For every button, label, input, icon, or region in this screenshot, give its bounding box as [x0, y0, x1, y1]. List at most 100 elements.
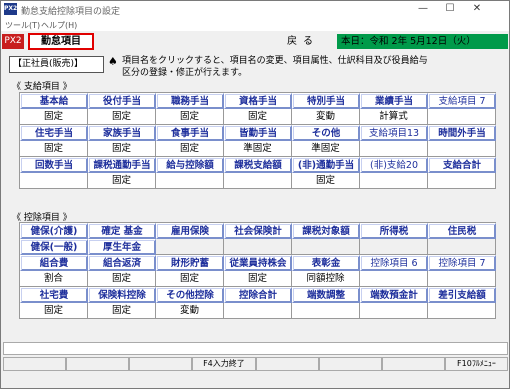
deduction-attribute-cell	[428, 239, 496, 255]
close-icon[interactable]: ✕	[464, 1, 490, 18]
payment-item-button[interactable]: 課税通勤手当	[88, 157, 156, 173]
payment-row: 回数手当 課税通勤手当 給与控除額 課税支給額 (非)通勤手当 (非)支給20 支給合計	[20, 157, 496, 173]
payment-attribute-cell	[428, 173, 496, 189]
deduction-item-button[interactable]: 端数調整	[292, 287, 360, 303]
payment-item-button[interactable]: 職務手当	[156, 93, 224, 109]
payment-item-button[interactable]: (非)支給20	[360, 157, 428, 173]
payment-item-button[interactable]: 基本給	[20, 93, 88, 109]
payment-item-button[interactable]: 回数手当	[20, 157, 88, 173]
deduction-attribute-cell: 割合	[20, 271, 88, 287]
today-date: 本日：令和 2年 5月12日（火）	[337, 34, 508, 49]
maximize-icon[interactable]: ☐	[437, 1, 463, 18]
payment-attribute-cell	[156, 173, 224, 189]
function-key-4[interactable]: F4入力終了	[192, 357, 256, 371]
tab-attendance-items[interactable]: 勤怠項目	[28, 33, 94, 50]
function-key-1[interactable]	[3, 357, 67, 371]
deduction-item-button[interactable]: 財形貯蓄	[156, 255, 224, 271]
deduction-item-button[interactable]: 社宅費	[20, 287, 88, 303]
payment-item-button[interactable]: 特別手当	[292, 93, 360, 109]
back-button[interactable]: 戻る	[274, 34, 332, 49]
payment-item-button[interactable]: 皆勤手当	[224, 125, 292, 141]
deduction-item-button[interactable]: 控除項目 7	[428, 255, 496, 271]
deduction-item-button[interactable]: 控除合計	[224, 287, 292, 303]
application-window: PX2 勤怠支給控除項目の設定 — ☐ ✕ ツール(T) ヘルプ(H) PX2 …	[0, 0, 510, 389]
deduction-attribute-cell: 固定	[224, 271, 292, 287]
payment-item-button[interactable]: 時間外手当	[428, 125, 496, 141]
top-toolbar: PX2 勤怠項目 戻る 本日：令和 2年 5月12日（火）	[1, 32, 509, 51]
function-key-2[interactable]	[66, 357, 130, 371]
payment-item-button[interactable]: (非)通勤手当	[292, 157, 360, 173]
minimize-icon[interactable]: —	[410, 1, 436, 18]
deduction-attribute-cell	[428, 303, 496, 319]
deduction-item-button[interactable]: 差引支給額	[428, 287, 496, 303]
payment-item-button[interactable]: 食事手当	[156, 125, 224, 141]
deduction-item-button[interactable]: 社会保険計	[224, 223, 292, 239]
payment-item-button[interactable]: 支給項目13	[360, 125, 428, 141]
payment-attribute-cell: 準固定	[292, 141, 360, 157]
deduction-items-grid: 健保(介護) 確定 基金 雇用保険 社会保険計 課税対象額 所得税 住民税 健保(一般) 厚生年…	[19, 222, 496, 319]
payment-item-button[interactable]: 住宅手当	[20, 125, 88, 141]
deduction-item-button[interactable]: 控除項目 6	[360, 255, 428, 271]
payment-row: 固定 固定	[20, 173, 496, 189]
deduction-item-button[interactable]: 従業員持株会	[224, 255, 292, 271]
deduction-attribute-cell: 固定	[20, 303, 88, 319]
deduction-item-button[interactable]: 確定 基金	[88, 223, 156, 239]
menu-tools[interactable]: ツール(T)	[5, 20, 40, 31]
payment-row: 固定 固定 固定 固定 変動 計算式	[20, 109, 496, 125]
deduction-row: 健保(一般) 厚生年金	[20, 239, 496, 255]
deduction-attribute-cell: 同額控除	[292, 271, 360, 287]
deduction-row: 固定 固定 変動	[20, 303, 496, 319]
deduction-item-button[interactable]: 健保(一般)	[20, 239, 88, 255]
deduction-item-button[interactable]: 保険料控除	[88, 287, 156, 303]
employee-type-select[interactable]: 【正社員(販売)】	[9, 56, 104, 73]
payment-item-button[interactable]: 家族手当	[88, 125, 156, 141]
payment-attribute-cell: 固定	[224, 109, 292, 125]
function-key-6[interactable]	[318, 357, 382, 371]
deduction-item-button[interactable]: 組合返済	[88, 255, 156, 271]
payment-attribute-cell	[428, 141, 496, 157]
payment-attribute-cell: 固定	[156, 141, 224, 157]
deduction-item-button[interactable]: 表彰金	[292, 255, 360, 271]
payment-item-button[interactable]: 支給合計	[428, 157, 496, 173]
payment-item-button[interactable]: 支給項目 7	[428, 93, 496, 109]
app-icon: PX2	[4, 3, 17, 15]
payment-attribute-cell	[428, 109, 496, 125]
menu-help[interactable]: ヘルプ(H)	[41, 20, 77, 31]
deduction-item-button[interactable]: 端数預金計	[360, 287, 428, 303]
deduction-item-button[interactable]: 厚生年金	[88, 239, 156, 255]
payment-attribute-cell: 変動	[292, 109, 360, 125]
menu-bar: ツール(T) ヘルプ(H)	[1, 18, 509, 31]
function-key-5[interactable]	[255, 357, 319, 371]
deduction-row: 健保(介護) 確定 基金 雇用保険 社会保険計 課税対象額 所得税 住民税	[20, 223, 496, 239]
payment-attribute-cell: 固定	[156, 109, 224, 125]
payment-item-button[interactable]: 業績手当	[360, 93, 428, 109]
deduction-item-button[interactable]: 住民税	[428, 223, 496, 239]
deduction-attribute-cell	[292, 303, 360, 319]
payment-attribute-cell: 固定	[20, 141, 88, 157]
payment-item-button[interactable]: 役付手当	[88, 93, 156, 109]
payment-item-button[interactable]: 資格手当	[224, 93, 292, 109]
deduction-item-button[interactable]: 組合費	[20, 255, 88, 271]
payment-item-button[interactable]: 給与控除額	[156, 157, 224, 173]
deduction-row: 割合 固定 固定 固定 同額控除	[20, 271, 496, 287]
function-key-bar: F4入力終了 F10ﾌﾙﾒﾆｭｰ	[3, 357, 508, 371]
deduction-item-button[interactable]: 健保(介護)	[20, 223, 88, 239]
deduction-item-button[interactable]: 雇用保険	[156, 223, 224, 239]
deduction-item-button[interactable]: 課税対象額	[292, 223, 360, 239]
payment-row: 住宅手当 家族手当 食事手当 皆勤手当 その他 支給項目13 時間外手当	[20, 125, 496, 141]
payment-item-button[interactable]: 課税支給額	[224, 157, 292, 173]
payment-attribute-cell: 計算式	[360, 109, 428, 125]
function-key-3[interactable]	[129, 357, 193, 371]
deduction-attribute-cell: 固定	[88, 271, 156, 287]
info-line-2: 区分の登録・修正が行えます。	[122, 68, 248, 78]
deduction-attribute-cell	[360, 271, 428, 287]
payment-attribute-cell: 準固定	[224, 141, 292, 157]
spade-icon: ♠	[108, 55, 118, 68]
function-key-8[interactable]: F10ﾌﾙﾒﾆｭｰ	[444, 357, 508, 371]
deduction-item-button[interactable]: 所得税	[360, 223, 428, 239]
payment-item-button[interactable]: その他	[292, 125, 360, 141]
deduction-row: 組合費 組合返済 財形貯蓄 従業員持株会 表彰金 控除項目 6 控除項目 7	[20, 255, 496, 271]
deduction-item-button[interactable]: その他控除	[156, 287, 224, 303]
function-key-7[interactable]	[381, 357, 445, 371]
payment-items-grid: 基本給 役付手当 職務手当 資格手当 特別手当 業績手当 支給項目 7 固定 固定 固定 固定 変動計…	[19, 92, 496, 189]
